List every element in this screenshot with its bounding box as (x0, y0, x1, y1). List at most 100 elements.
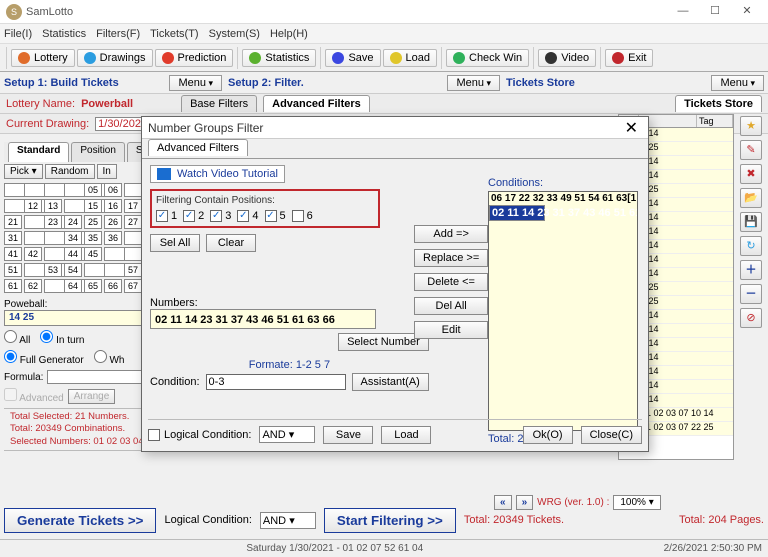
tab-position[interactable]: Position (71, 142, 125, 162)
position-checkbox[interactable]: 6 (292, 210, 313, 222)
number-cell[interactable]: 17 (124, 199, 142, 213)
add-button[interactable]: Add => (414, 225, 488, 243)
delete-button[interactable]: Delete <= (414, 273, 488, 291)
position-checkbox[interactable]: ✓4 (237, 210, 258, 222)
watch-video-button[interactable]: Watch Video Tutorial (150, 165, 285, 183)
number-cell[interactable]: 67 (124, 279, 142, 293)
dialog-save-button[interactable]: Save (323, 426, 373, 444)
number-cell[interactable]: 45 (84, 247, 102, 261)
number-cell[interactable]: 54 (64, 263, 82, 277)
toolbar-lottery[interactable]: Lottery (11, 49, 75, 67)
maximize-button[interactable]: ☐ (700, 3, 730, 21)
number-cell[interactable]: 51 (4, 263, 22, 277)
minimize-button[interactable]: — (668, 3, 698, 21)
toolbar-save[interactable]: Save (325, 49, 380, 67)
current-drawing-value[interactable]: 1/30/202 (95, 117, 144, 131)
replace-button[interactable]: Replace >= (414, 249, 488, 267)
number-cell[interactable]: 24 (64, 215, 82, 229)
pick-button[interactable]: Pick ▾ (4, 164, 43, 179)
store-menu-button[interactable]: Menu (711, 75, 764, 91)
number-cell[interactable]: 16 (104, 199, 122, 213)
number-cell[interactable]: 05 (84, 183, 102, 197)
number-cell[interactable]: 62 (24, 279, 42, 293)
star-icon[interactable]: ★ (740, 116, 762, 136)
menu-system[interactable]: System(S) (209, 28, 260, 40)
position-checkbox[interactable]: ✓3 (210, 210, 231, 222)
opt-inturn[interactable]: In turn (40, 330, 84, 346)
tab-standard[interactable]: Standard (8, 142, 69, 162)
toolbar-prediction[interactable]: Prediction (155, 49, 234, 67)
toolbar-video[interactable]: Video (538, 49, 596, 67)
number-cell[interactable]: 35 (84, 231, 102, 245)
random-button[interactable]: Random (45, 164, 95, 179)
step1-menu-button[interactable]: Menu (169, 75, 222, 91)
tab-tickets-store[interactable]: Tickets Store (675, 95, 762, 112)
opt-all[interactable]: All (4, 330, 30, 346)
brush-icon[interactable]: ✎ (740, 140, 762, 160)
generate-tickets-button[interactable]: Generate Tickets >> (4, 508, 156, 533)
refresh-icon[interactable]: ↻ (740, 236, 762, 256)
toolbar-checkwin[interactable]: Check Win (446, 49, 529, 67)
number-cell[interactable]: 27 (124, 215, 142, 229)
logical-select[interactable]: AND ▾ (260, 512, 316, 529)
number-cell[interactable]: 53 (44, 263, 62, 277)
tab-advanced-filters[interactable]: Advanced Filters (263, 95, 370, 112)
open-icon[interactable]: 📂 (740, 188, 762, 208)
number-cell[interactable]: 12 (24, 199, 42, 213)
dialog-logical-select[interactable]: AND ▾ (259, 426, 315, 443)
position-checkbox[interactable]: ✓5 (265, 210, 286, 222)
toolbar-drawings[interactable]: Drawings (77, 49, 153, 67)
number-cell[interactable]: 13 (44, 199, 62, 213)
other-button[interactable]: In (97, 164, 117, 179)
edit-button[interactable]: Edit (414, 321, 488, 339)
assistant-button[interactable]: Assistant(A) (352, 373, 429, 391)
dialog-ok-button[interactable]: Ok(O) (523, 426, 573, 444)
menu-filters[interactable]: Filters(F) (96, 28, 140, 40)
tab-base-filters[interactable]: Base Filters (181, 95, 257, 112)
dialog-load-button[interactable]: Load (381, 426, 431, 444)
plus-icon[interactable]: ＋ (740, 260, 762, 280)
minus-icon[interactable]: － (740, 284, 762, 304)
toolbar-statistics[interactable]: Statistics (242, 49, 316, 67)
number-cell[interactable]: 36 (104, 231, 122, 245)
number-cell[interactable]: 65 (84, 279, 102, 293)
condition-input[interactable] (206, 374, 346, 390)
number-cell[interactable]: 21 (4, 215, 22, 229)
select-all-button[interactable]: Sel All (150, 234, 200, 252)
number-cell[interactable]: 23 (44, 215, 62, 229)
position-checkbox[interactable]: ✓2 (183, 210, 204, 222)
delall-button[interactable]: Del All (414, 297, 488, 315)
disk-icon[interactable]: 💾 (740, 212, 762, 232)
close-button[interactable]: ✕ (732, 3, 762, 21)
menu-tickets[interactable]: Tickets(T) (150, 28, 198, 40)
dialog-tab-advanced[interactable]: Advanced Filters (148, 139, 248, 156)
position-checkbox[interactable]: ✓1 (156, 210, 177, 222)
number-cell[interactable]: 34 (64, 231, 82, 245)
opt-fullgen[interactable]: Full Generator (4, 350, 84, 366)
number-cell[interactable]: 25 (84, 215, 102, 229)
toolbar-exit[interactable]: Exit (605, 49, 653, 67)
menu-statistics[interactable]: Statistics (42, 28, 86, 40)
opt-wheel[interactable]: Wh (94, 350, 125, 366)
toolbar-load[interactable]: Load (383, 49, 437, 67)
conditions-list[interactable]: 06 17 22 32 33 49 51 54 61 63[1 02 11 14… (488, 191, 638, 431)
condition-item[interactable]: 06 17 22 32 33 49 51 54 61 63[1 (489, 192, 637, 205)
number-cell[interactable]: 42 (24, 247, 42, 261)
delete-icon[interactable]: ✖ (740, 164, 762, 184)
number-cell[interactable]: 57 (124, 263, 142, 277)
number-cell[interactable]: 31 (4, 231, 22, 245)
condition-item[interactable]: 02 11 14 23 31 37 43 46 51 61 6 (489, 205, 545, 221)
start-filtering-button[interactable]: Start Filtering >> (324, 508, 456, 533)
number-cell[interactable]: 26 (104, 215, 122, 229)
logical-condition-check[interactable]: Logical Condition: (148, 429, 251, 441)
number-cell[interactable]: 06 (104, 183, 122, 197)
number-cell[interactable]: 66 (104, 279, 122, 293)
numbers-value[interactable]: 02 11 14 23 31 37 43 46 51 61 63 66 (150, 309, 376, 329)
dialog-close-button[interactable]: ✕ (621, 118, 642, 138)
dialog-close-button[interactable]: Close(C) (581, 426, 642, 444)
menu-help[interactable]: Help(H) (270, 28, 308, 40)
clear-icon[interactable]: ⊘ (740, 308, 762, 328)
menu-file[interactable]: File(I) (4, 28, 32, 40)
number-cell[interactable]: 64 (64, 279, 82, 293)
arrange-button[interactable]: Arrange (68, 389, 116, 404)
